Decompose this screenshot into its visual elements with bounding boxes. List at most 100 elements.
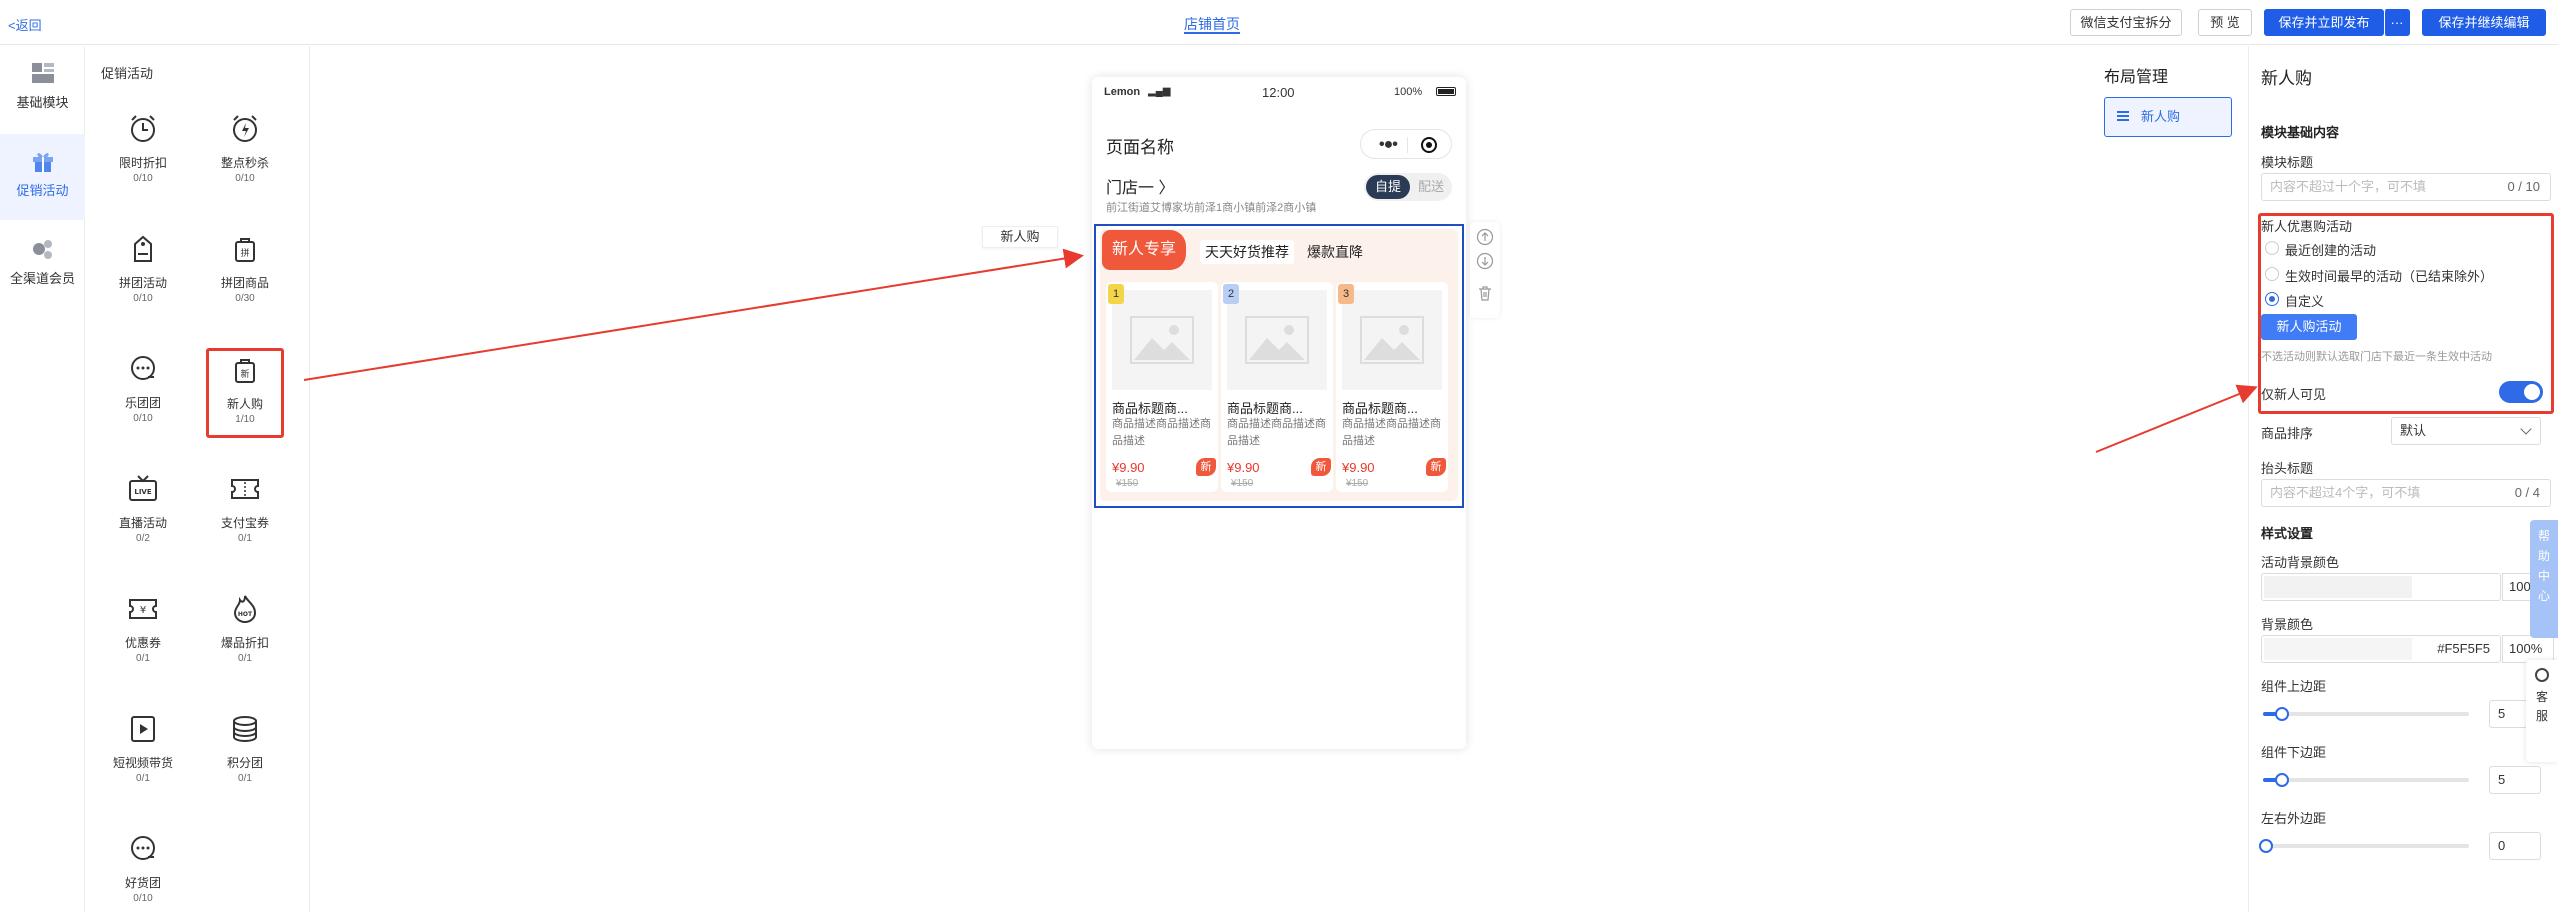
- help-center-tab[interactable]: 帮助中心: [2530, 520, 2558, 638]
- rank-badge: 1: [1108, 284, 1124, 304]
- product-card[interactable]: 2 商品标题商... 商品描述商品描述商品描述 ¥9.90 ¥150 新: [1221, 282, 1333, 492]
- module-header-badge: 新人专享: [1102, 230, 1186, 270]
- slider-knob[interactable]: [2275, 773, 2289, 787]
- side-margin-slider[interactable]: [2259, 839, 2469, 853]
- color-swatch[interactable]: [2264, 638, 2412, 660]
- save-continue-button[interactable]: 保存并继续编辑: [2422, 9, 2546, 36]
- settings-panel: 新人购 模块基础内容 模块标题 内容不超过十个字，可不填 0 / 10 新人优惠…: [2248, 46, 2558, 912]
- top-margin-slider[interactable]: [2263, 707, 2469, 721]
- chevron-down-icon: [2520, 423, 2532, 435]
- module-tab-daily[interactable]: 天天好货推荐: [1200, 240, 1294, 264]
- category-omnichannel-members[interactable]: 全渠道会员: [0, 222, 85, 308]
- bottom-margin-label: 组件下边距: [2261, 745, 2327, 760]
- slider-knob[interactable]: [2259, 839, 2273, 853]
- category-label: 促销活动: [16, 183, 69, 198]
- product-desc: 商品描述商品描述商品描述: [1227, 418, 1326, 447]
- component-flash-sale[interactable]: 整点秒杀 0/10: [206, 112, 284, 198]
- delete-icon[interactable]: [1476, 284, 1494, 302]
- more-options-button[interactable]: ···: [2384, 9, 2410, 36]
- module-side-tools: [1470, 222, 1500, 318]
- component-good-goods-group[interactable]: 好货团 0/10: [104, 832, 182, 912]
- new-bag-icon: 新: [235, 359, 255, 383]
- component-drag-label[interactable]: 新人购: [982, 226, 1058, 248]
- customer-service-label: 客服: [2535, 690, 2548, 723]
- bottom-margin-slider[interactable]: [2263, 773, 2469, 787]
- component-group-buy[interactable]: 拼团活动 0/10: [104, 232, 182, 318]
- sort-select[interactable]: 默认: [2391, 417, 2541, 445]
- sort-value: 默认: [2400, 423, 2427, 438]
- component-points-group[interactable]: 积分团 0/1: [206, 712, 284, 798]
- component-coupon[interactable]: ¥ 优惠券 0/1: [104, 592, 182, 678]
- component-alipay-coupon[interactable]: 支付宝券 0/1: [206, 472, 284, 558]
- move-down-icon[interactable]: [1476, 252, 1494, 270]
- delivery-option[interactable]: 配送: [1412, 175, 1450, 199]
- component-group-products[interactable]: 拼 拼团商品 0/30: [206, 232, 284, 318]
- component-new-user-buy[interactable]: 新 新人购 1/10: [206, 348, 284, 438]
- category-promotions[interactable]: 促销活动: [0, 134, 85, 220]
- help-center-label: 帮助中心: [2537, 529, 2550, 603]
- back-link[interactable]: <返回: [8, 15, 42, 34]
- component-name: 好货团: [124, 876, 161, 890]
- rank-badge: 2: [1223, 284, 1239, 304]
- more-dots-icon[interactable]: •●•: [1379, 136, 1398, 154]
- product-card[interactable]: 1 商品标题商... 商品描述商品描述商品描述 ¥9.90 ¥150 新: [1106, 282, 1218, 492]
- component-limited-discount[interactable]: 限时折扣 0/10: [104, 112, 182, 198]
- customer-service-tab[interactable]: 客服: [2526, 660, 2558, 762]
- activity-bg-color-field[interactable]: 100%: [2261, 573, 2554, 601]
- module-title-input[interactable]: 内容不超过十个字，可不填 0 / 10: [2261, 173, 2551, 201]
- wechat-alipay-split-button[interactable]: 微信支付宝拆分: [2070, 9, 2182, 36]
- move-up-icon[interactable]: [1476, 228, 1494, 246]
- new-user-module[interactable]: 新人专享 天天好货推荐 爆款直降 1 商品标题商... 商品描述商品描述商品描述…: [1094, 224, 1464, 508]
- bottom-margin-input[interactable]: 5: [2489, 766, 2541, 794]
- product-image: [1112, 290, 1212, 390]
- image-placeholder-icon: [1360, 316, 1424, 364]
- clock-label: 12:00: [1262, 85, 1295, 100]
- bg-color-field[interactable]: #F5F5F5 100%: [2261, 635, 2554, 663]
- component-short-video[interactable]: 短视频带货 0/1: [104, 712, 182, 798]
- bg-opacity[interactable]: 100%: [2502, 635, 2554, 663]
- save-publish-button[interactable]: 保存并立即发布: [2264, 9, 2384, 36]
- component-count: 0/30: [235, 293, 255, 304]
- store-address: 前江街道艾博家坊前泽1商小镇前泽2商小镇: [1106, 202, 1317, 214]
- component-name: 优惠券: [124, 636, 161, 650]
- layout-item-new-user[interactable]: 新人购: [2104, 97, 2232, 137]
- component-count: 0/10: [133, 413, 153, 424]
- battery-icon: [1436, 87, 1456, 96]
- category-label: 基础模块: [16, 95, 69, 110]
- header-title-count: 0 / 4: [2514, 485, 2540, 500]
- arrow-to-activity-settings: [2095, 384, 2258, 453]
- component-music-group[interactable]: 乐团团 0/10: [104, 352, 182, 438]
- top-bar: <返回 店铺首页 微信支付宝拆分 预 览 保存并立即发布 ··· 保存并继续编辑: [0, 0, 2558, 45]
- delivery-mode-toggle[interactable]: 自提 配送: [1364, 173, 1452, 201]
- product-original-price: ¥150: [1346, 478, 1369, 489]
- section-style: 样式设置: [2261, 526, 2314, 541]
- svg-text:¥: ¥: [140, 605, 146, 616]
- mini-program-capsule: •●•: [1360, 129, 1452, 159]
- component-live[interactable]: LIVE 直播活动 0/2: [104, 472, 182, 558]
- component-count: 0/10: [133, 293, 153, 304]
- new-badge: 新: [1311, 458, 1331, 476]
- close-target-icon[interactable]: [1421, 137, 1437, 153]
- component-count: 0/1: [238, 533, 252, 544]
- component-name: 积分团: [226, 756, 263, 770]
- component-name: 新人购: [226, 397, 263, 411]
- component-name: 整点秒杀: [220, 156, 269, 170]
- battery-label: 100%: [1394, 86, 1423, 98]
- store-name[interactable]: 门店一 〉: [1106, 174, 1174, 198]
- component-name: 乐团团: [124, 396, 161, 410]
- module-tab-hot[interactable]: 爆款直降: [1302, 240, 1368, 264]
- color-swatch[interactable]: [2264, 576, 2412, 598]
- header-title-input[interactable]: 内容不超过4个字，可不填 0 / 4: [2261, 479, 2551, 507]
- side-margin-input[interactable]: 0: [2489, 832, 2541, 860]
- page-tab-home[interactable]: 店铺首页: [1184, 14, 1240, 34]
- preview-button[interactable]: 预 览: [2198, 9, 2252, 36]
- chat-bubble-icon: [131, 836, 155, 860]
- component-hot-discount[interactable]: HOT 爆品折扣 0/1: [206, 592, 284, 678]
- product-original-price: ¥150: [1116, 478, 1139, 489]
- component-count: 0/1: [136, 653, 150, 664]
- pickup-option[interactable]: 自提: [1366, 175, 1410, 199]
- slider-knob[interactable]: [2275, 707, 2289, 721]
- product-card[interactable]: 3 商品标题商... 商品描述商品描述商品描述 ¥9.90 ¥150 新: [1336, 282, 1448, 492]
- component-name: 爆品折扣: [220, 636, 269, 650]
- category-basic-modules[interactable]: 基础模块: [0, 46, 85, 132]
